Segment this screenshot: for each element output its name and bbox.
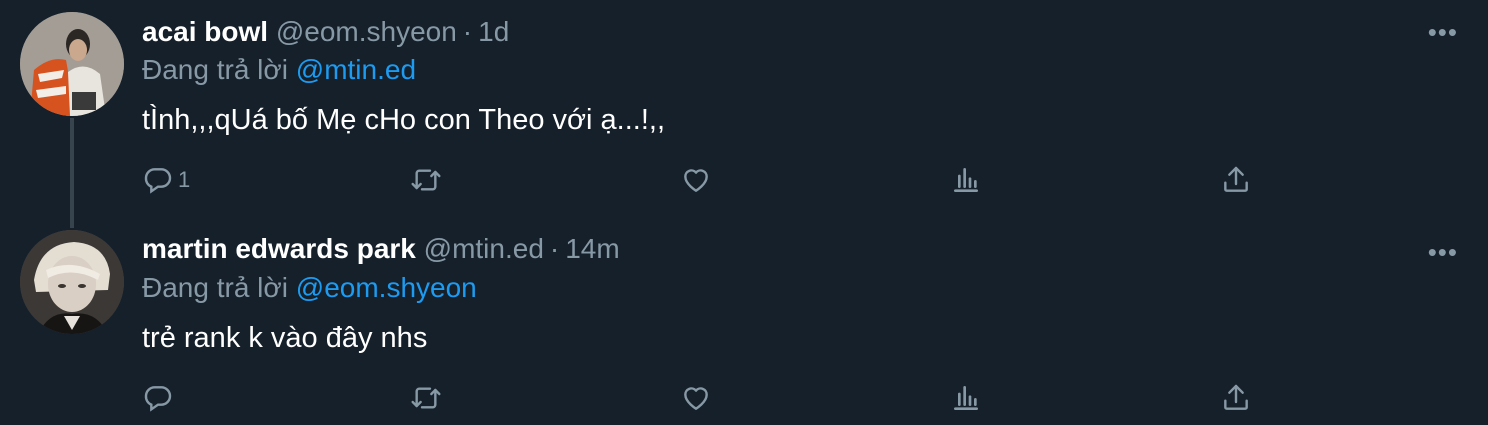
share-button[interactable] xyxy=(1220,380,1252,416)
replying-to: Đang trả lời @eom.shyeon xyxy=(142,270,477,306)
replying-prefix: Đang trả lời xyxy=(142,54,288,85)
share-icon xyxy=(1224,166,1248,192)
thread-line xyxy=(70,118,74,228)
separator-dot: · xyxy=(549,233,560,264)
retweet-icon xyxy=(411,387,441,409)
reply-button[interactable]: 1 xyxy=(142,162,190,198)
mention-link[interactable]: @mtin.ed xyxy=(296,54,416,85)
display-name[interactable]: martin edwards park xyxy=(142,233,416,264)
timestamp[interactable]: 14m xyxy=(565,233,619,264)
tweet[interactable]: acai bowl @eom.shyeon · 1d ••• Đang trả lờ… xyxy=(0,0,1488,228)
more-icon[interactable]: ••• xyxy=(1428,19,1458,45)
username[interactable]: @mtin.ed xyxy=(424,233,544,264)
reply-icon xyxy=(144,168,172,194)
analytics-icon xyxy=(954,386,978,410)
replying-prefix: Đang trả lời xyxy=(142,272,288,303)
analytics-icon xyxy=(954,168,978,192)
reply-count: 1 xyxy=(178,167,191,192)
like-icon xyxy=(684,387,708,410)
more-icon[interactable]: ••• xyxy=(1428,239,1458,265)
tweet-header: acai bowl @eom.shyeon · 1d xyxy=(142,12,509,52)
avatar-image xyxy=(20,230,124,334)
display-name[interactable]: acai bowl xyxy=(142,16,268,47)
reply-button[interactable] xyxy=(142,380,178,416)
retweet-icon xyxy=(411,169,441,191)
replying-to: Đang trả lời @mtin.ed xyxy=(142,52,416,88)
share-button[interactable] xyxy=(1220,162,1252,198)
action-bar: 1 xyxy=(142,162,1282,202)
timestamp[interactable]: 1d xyxy=(478,16,509,47)
like-button[interactable] xyxy=(680,380,712,416)
tweet-text: tÌnh,,,qUá bố Mẹ cHo con Theo với ạ...!,… xyxy=(142,104,666,136)
separator-dot: · xyxy=(462,16,473,47)
avatar[interactable] xyxy=(20,12,124,116)
analytics-button[interactable] xyxy=(950,380,982,416)
tweet-text: trẻ rank k vào đây nhs xyxy=(142,322,428,354)
action-bar xyxy=(142,380,1282,420)
retweet-button[interactable] xyxy=(410,380,442,416)
avatar[interactable] xyxy=(20,230,124,334)
share-icon xyxy=(1224,384,1248,410)
mention-link[interactable]: @eom.shyeon xyxy=(296,272,477,303)
analytics-button[interactable] xyxy=(950,162,982,198)
tweet[interactable]: martin edwards park @mtin.ed · 14m ••• Đan… xyxy=(0,220,1488,425)
username[interactable]: @eom.shyeon xyxy=(276,16,457,47)
retweet-button[interactable] xyxy=(410,162,442,198)
tweet-header: martin edwards park @mtin.ed · 14m xyxy=(142,229,620,269)
like-icon xyxy=(684,169,708,192)
reply-icon xyxy=(144,386,172,412)
like-button[interactable] xyxy=(680,162,712,198)
avatar-image xyxy=(20,12,124,116)
